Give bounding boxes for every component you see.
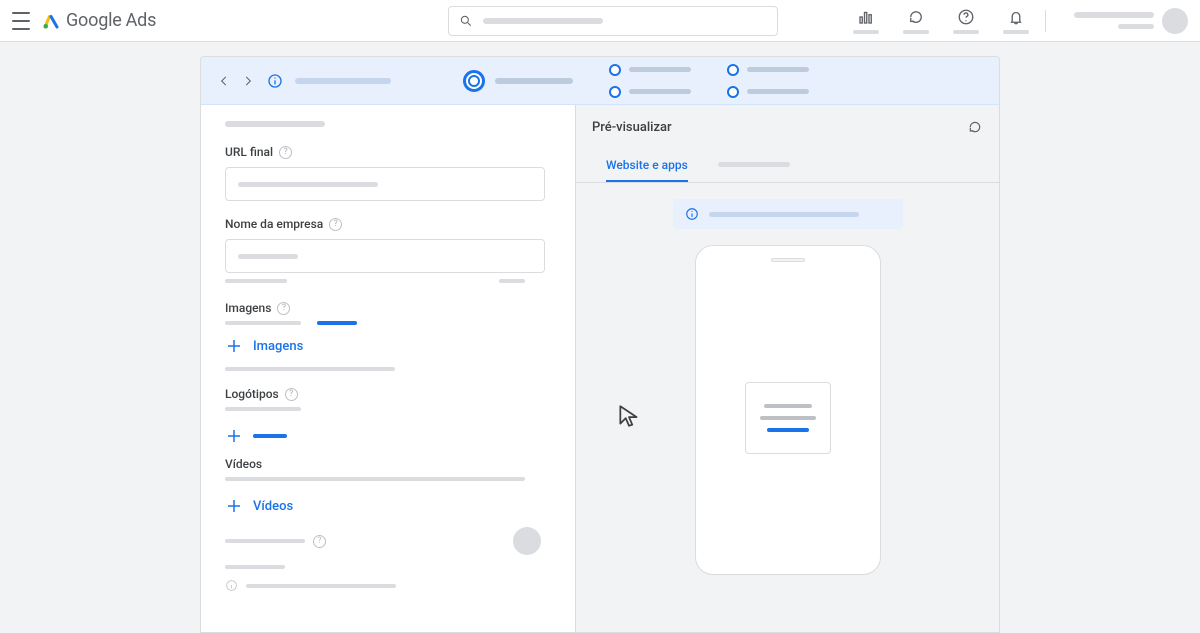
help-icon[interactable]: ?: [313, 535, 326, 548]
bell-icon: [1007, 8, 1025, 26]
breadcrumb: [295, 78, 391, 84]
add-logos-button[interactable]: [225, 427, 551, 445]
add-videos-button[interactable]: Vídeos: [225, 497, 551, 515]
bar-chart-icon: [857, 8, 875, 26]
search-icon: [459, 14, 473, 28]
ad-preview-card: [745, 382, 831, 454]
tab-website-apps[interactable]: Website e apps: [606, 149, 688, 182]
plus-icon: [225, 427, 243, 445]
plus-icon: [225, 337, 243, 355]
plus-icon: [225, 497, 243, 515]
refresh-button[interactable]: [903, 8, 929, 34]
company-name-input[interactable]: [225, 239, 545, 273]
step-option[interactable]: [727, 64, 809, 76]
help-icon[interactable]: ?: [285, 388, 298, 401]
final-url-input[interactable]: [225, 167, 545, 201]
step-option[interactable]: [727, 86, 809, 98]
back-button[interactable]: [217, 74, 231, 88]
reports-button[interactable]: [853, 8, 879, 34]
search-input[interactable]: [448, 6, 778, 36]
menu-icon[interactable]: [12, 12, 30, 30]
phone-speaker: [771, 258, 805, 262]
final-url-label: URL final ?: [225, 145, 551, 159]
google-ads-logo-icon: [42, 12, 60, 30]
help-button[interactable]: [953, 8, 979, 34]
preview-info-banner: [673, 199, 903, 229]
company-name-label: Nome da empresa ?: [225, 217, 551, 231]
add-images-button[interactable]: Imagens: [225, 337, 551, 355]
fab-placeholder[interactable]: [513, 527, 541, 555]
avatar[interactable]: [1162, 8, 1188, 34]
help-icon[interactable]: ?: [277, 302, 290, 315]
help-icon[interactable]: ?: [279, 146, 292, 159]
step-option[interactable]: [609, 86, 691, 98]
refresh-icon: [907, 8, 925, 26]
section-heading-placeholder: [225, 121, 325, 127]
videos-section-label: Vídeos: [225, 457, 551, 471]
device-preview-mobile: [695, 245, 881, 575]
forward-button[interactable]: [241, 74, 255, 88]
account-switcher[interactable]: [1074, 8, 1188, 34]
radio-active-icon: [463, 70, 485, 92]
logos-section-label: Logótipos ?: [225, 387, 551, 401]
campaign-stepper: [201, 57, 999, 105]
step-option[interactable]: [609, 64, 691, 76]
tab-placeholder[interactable]: [718, 149, 790, 182]
info-icon: [267, 73, 283, 89]
preview-refresh-button[interactable]: [967, 119, 983, 135]
link-placeholder[interactable]: [317, 321, 357, 325]
info-icon: [685, 207, 699, 221]
cursor-icon: [616, 403, 642, 433]
step-current[interactable]: [463, 70, 573, 92]
images-section-label: Imagens ?: [225, 301, 551, 315]
app-logo: GoogleAds: [42, 10, 156, 31]
info-icon: [225, 579, 238, 592]
preview-title: Pré-visualizar: [592, 120, 672, 135]
help-icon: [957, 8, 975, 26]
notifications-button[interactable]: [1003, 8, 1029, 34]
help-icon[interactable]: ?: [329, 218, 342, 231]
